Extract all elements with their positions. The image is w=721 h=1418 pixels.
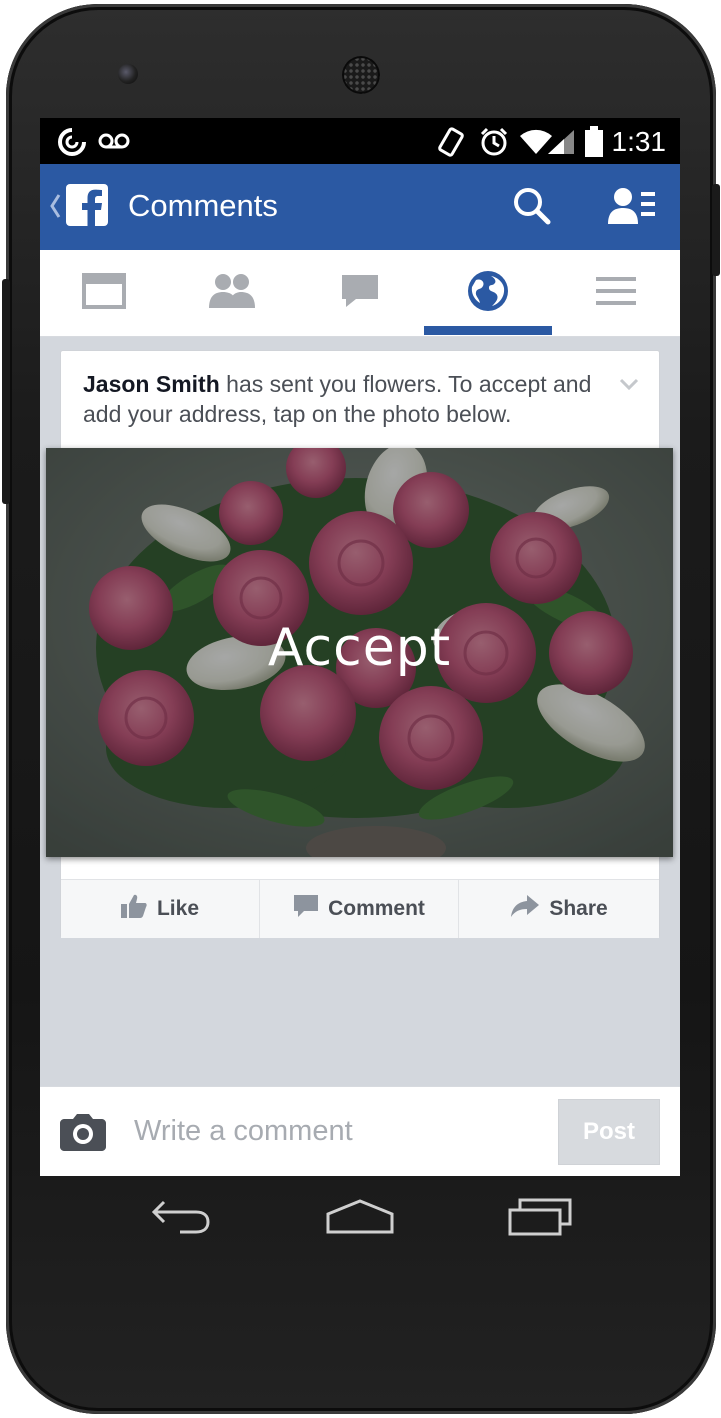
share-button[interactable]: Share [458, 880, 660, 938]
post-author[interactable]: Jason Smith [83, 371, 220, 397]
alarm-icon [478, 126, 510, 163]
post-actions: Like Comment Share [61, 879, 659, 938]
home-icon[interactable] [326, 1198, 394, 1241]
tab-friends[interactable] [168, 250, 296, 336]
news-feed-icon [82, 272, 126, 314]
post-message: Jason Smith has sent you flowers. To acc… [83, 369, 623, 429]
tab-notifications[interactable] [424, 250, 552, 336]
messages-icon [340, 273, 380, 314]
power-button [712, 184, 720, 276]
vibrate-icon [436, 126, 466, 163]
page-title: Comments [128, 188, 278, 223]
like-button[interactable]: Like [61, 880, 259, 938]
status-bar: 1:31 [40, 118, 680, 164]
camera-icon[interactable] [60, 1113, 106, 1156]
back-icon[interactable] [150, 1196, 214, 1241]
screen: 1:31 Comments Jason Smith has sent you f… [40, 118, 680, 1176]
comment-button[interactable]: Comment [259, 880, 459, 938]
comment-icon [294, 895, 319, 923]
globe-notifications-icon [467, 270, 509, 317]
comment-composer: Write a comment Post [40, 1086, 680, 1176]
earpiece-speaker [342, 56, 380, 94]
tab-menu[interactable] [552, 250, 680, 336]
app-bar: Comments [40, 164, 680, 250]
search-icon[interactable] [512, 186, 552, 231]
share-arrow-icon [511, 895, 540, 923]
android-nav-bar [40, 1176, 680, 1266]
status-time: 1:31 [611, 126, 667, 157]
chevron-left-icon[interactable] [48, 192, 62, 225]
front-camera [118, 64, 138, 84]
tab-indicator [424, 326, 552, 335]
like-label: Like [156, 897, 200, 920]
tab-messages[interactable] [296, 250, 424, 336]
post-button[interactable]: Post [558, 1099, 660, 1165]
volume-button [2, 279, 10, 504]
accept-overlay-text[interactable]: Accept [46, 618, 673, 678]
battery-icon [584, 126, 604, 163]
post-photo[interactable]: Accept [46, 448, 673, 857]
sync-icon [56, 126, 88, 163]
friends-icon [207, 272, 257, 315]
share-label: Share [549, 897, 608, 920]
signal-icon [546, 128, 576, 161]
friend-requests-icon[interactable] [608, 186, 658, 231]
tab-news-feed[interactable] [40, 250, 168, 336]
facebook-logo[interactable] [66, 184, 108, 231]
recents-icon[interactable] [508, 1196, 574, 1243]
tab-bar [40, 250, 680, 337]
comment-input[interactable]: Write a comment [134, 1115, 353, 1148]
menu-icon [596, 276, 636, 311]
voicemail-icon [98, 130, 130, 157]
thumbs-up-icon [120, 894, 147, 924]
chevron-down-icon[interactable] [619, 377, 639, 395]
comment-label: Comment [328, 897, 425, 920]
